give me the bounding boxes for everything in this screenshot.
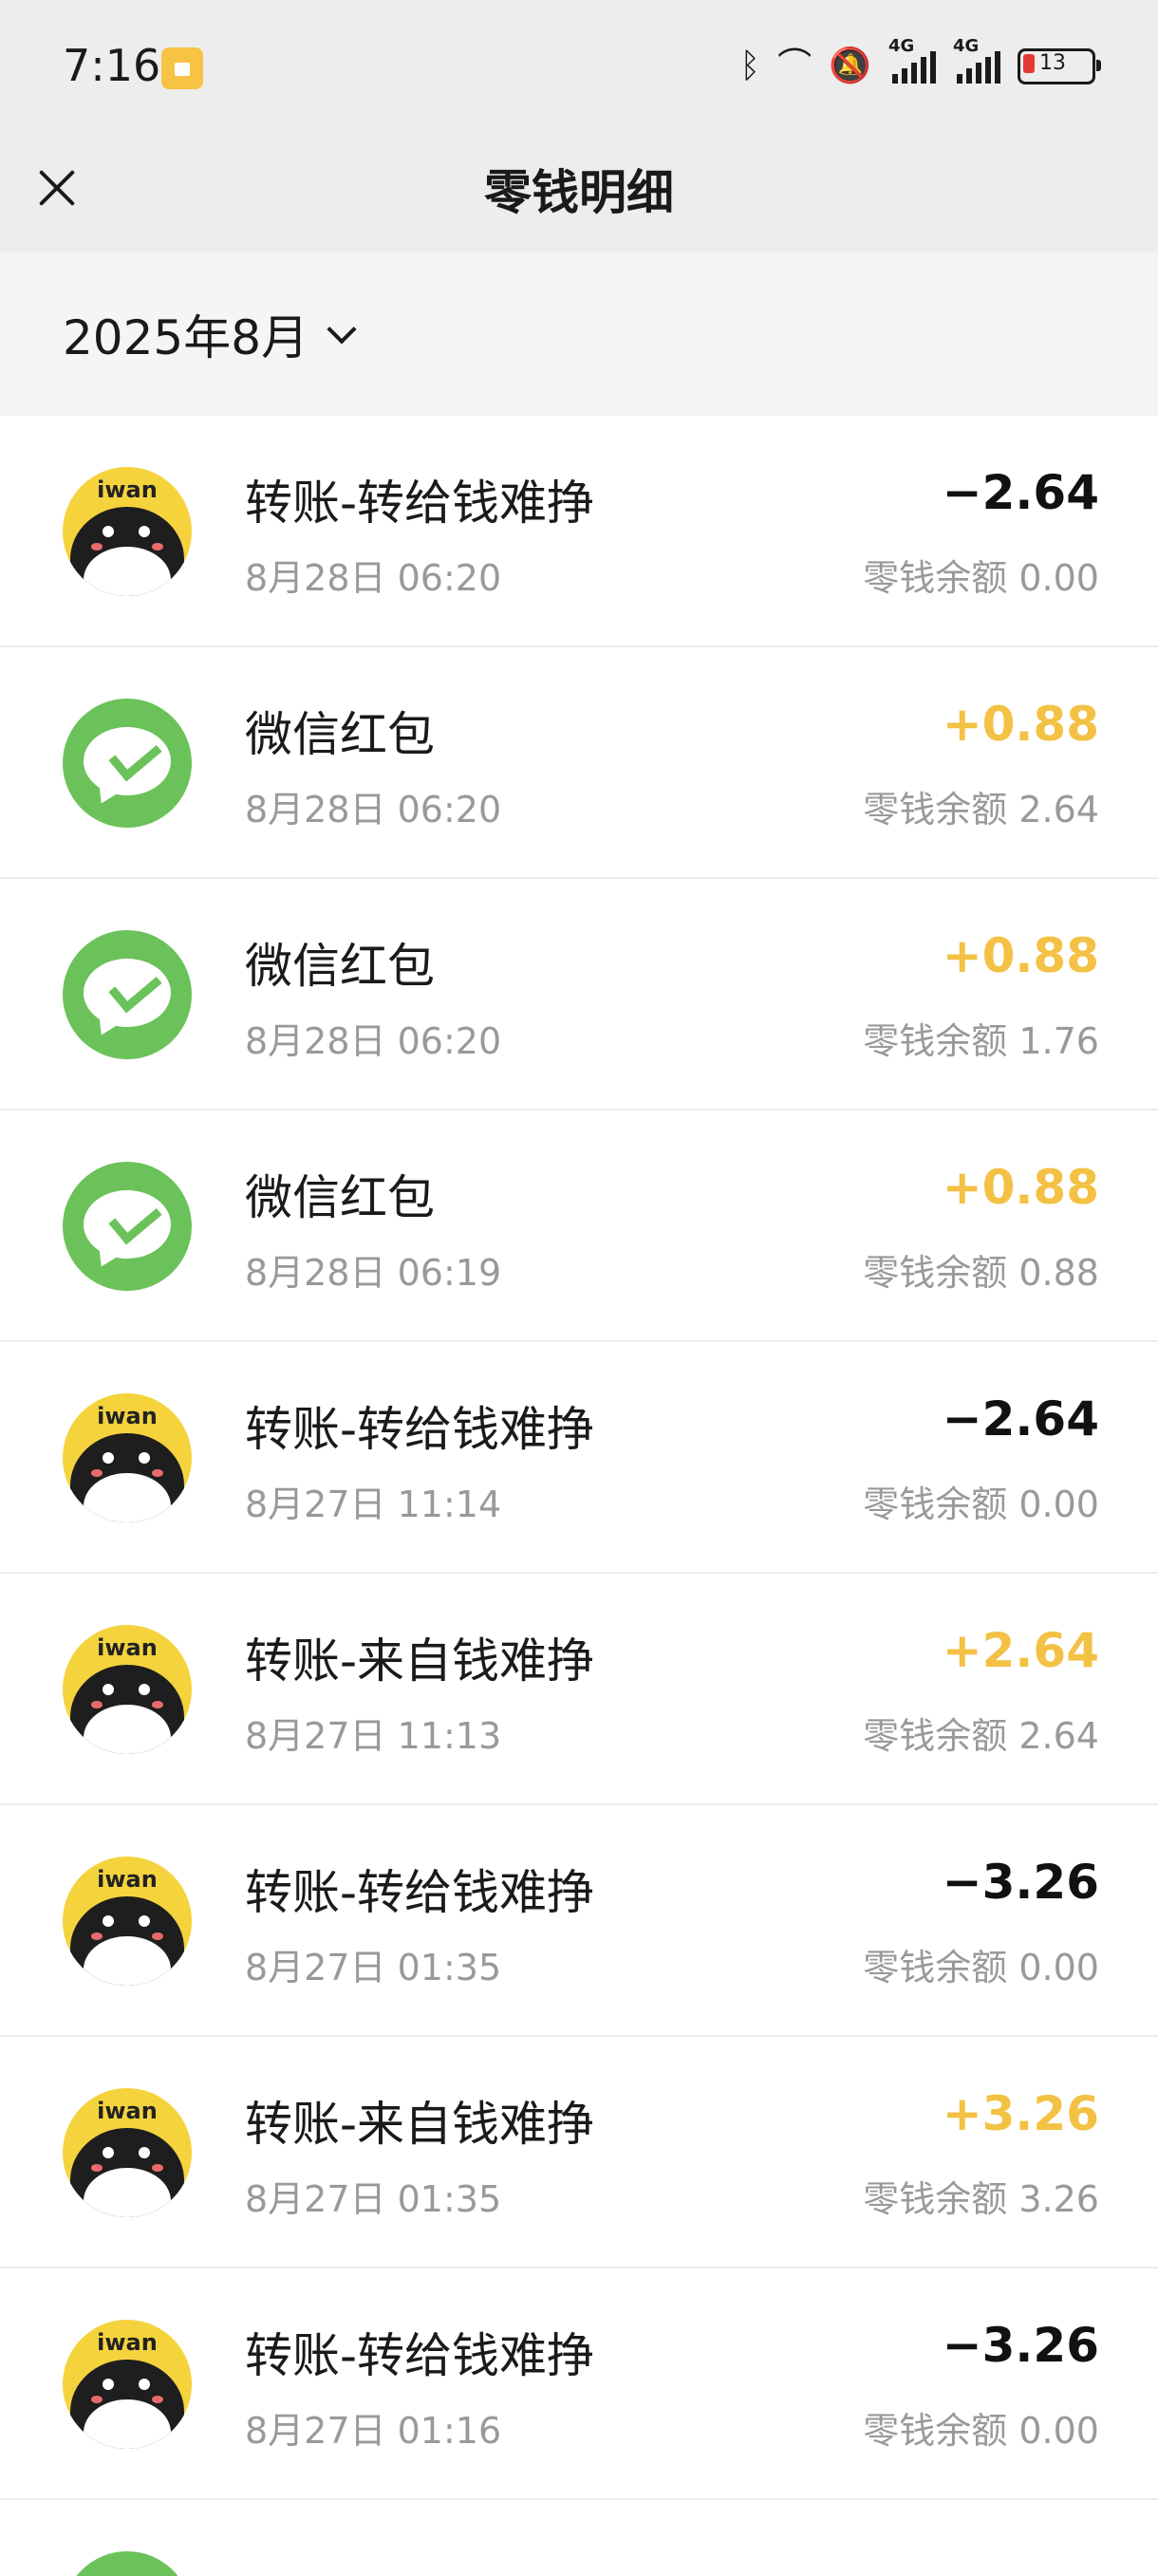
network-type-1: 4G — [888, 36, 915, 56]
transaction-amount: +0.88 — [942, 928, 1099, 983]
transaction-list: iwan 转账-转给钱难挣 8月28日 06:20 −2.64 零钱余额 0.00 微信红… — [0, 416, 1158, 2576]
transaction-row-partial[interactable] — [0, 2500, 1158, 2576]
transaction-row[interactable]: iwan 转账-来自钱难挣 8月27日 11:13 +2.64 零钱余额 2.64 — [0, 1574, 1158, 1805]
transaction-time: 8月27日 01:35 — [245, 2178, 502, 2220]
transaction-time: 8月27日 11:13 — [245, 1715, 502, 1757]
bluetooth-icon: ᛒ — [739, 47, 761, 85]
balance-after: 零钱余额 0.88 — [863, 1252, 1099, 1294]
balance-after: 零钱余额 2.64 — [863, 1715, 1099, 1757]
month-picker[interactable]: 2025年8月 — [63, 306, 357, 365]
balance-after: 零钱余额 2.64 — [863, 789, 1099, 831]
filter-bar: 2025年8月 — [0, 252, 1158, 416]
transaction-time: 8月27日 11:14 — [245, 1484, 502, 1525]
transaction-title: 转账-转给钱难挣 — [245, 2328, 595, 2383]
balance-after: 零钱余额 1.76 — [863, 1020, 1099, 1062]
transaction-amount: −3.26 — [942, 1855, 1099, 1910]
transaction-row[interactable]: iwan 转账-来自钱难挣 8月27日 01:35 +3.26 零钱余额 3.26 — [0, 2037, 1158, 2268]
transaction-time: 8月27日 01:35 — [245, 1947, 502, 1988]
transaction-title: 微信红包 — [245, 707, 435, 762]
transaction-time: 8月28日 06:20 — [245, 789, 502, 831]
balance-after: 零钱余额 0.00 — [863, 1947, 1099, 1988]
transaction-title: 转账-来自钱难挣 — [245, 1633, 595, 1689]
transaction-row[interactable]: iwan 转账-转给钱难挣 8月27日 01:35 −3.26 零钱余额 0.00 — [0, 1805, 1158, 2037]
transaction-amount: +0.88 — [942, 1160, 1099, 1215]
transaction-amount: +3.26 — [942, 2086, 1099, 2141]
transaction-amount: +0.88 — [942, 697, 1099, 752]
iwan-avatar: iwan — [63, 467, 192, 596]
chevron-down-icon — [327, 314, 357, 345]
wechat-icon — [63, 1162, 192, 1291]
wechat-icon — [63, 699, 192, 828]
transaction-title: 转账-转给钱难挣 — [245, 1865, 595, 1920]
page-title: 零钱明细 — [484, 165, 674, 220]
signal-icon-2: 4G — [953, 36, 1000, 84]
balance-after: 零钱余额 3.26 — [863, 2178, 1099, 2220]
transaction-amount: −2.64 — [942, 465, 1099, 520]
iwan-avatar: iwan — [63, 1393, 192, 1522]
transaction-time: 8月28日 06:20 — [245, 1020, 502, 1062]
battery-icon: 13 — [1018, 48, 1101, 84]
transaction-row[interactable]: 微信红包 8月28日 06:20 +0.88 零钱余额 1.76 — [0, 879, 1158, 1111]
transaction-title: 转账-来自钱难挣 — [245, 2097, 595, 2152]
month-label: 2025年8月 — [63, 310, 309, 365]
transaction-title: 微信红包 — [245, 939, 435, 994]
iwan-avatar: iwan — [63, 1625, 192, 1754]
close-button[interactable] — [28, 159, 85, 216]
wechat-icon — [63, 930, 192, 1059]
transaction-amount: +2.64 — [942, 1623, 1099, 1678]
battery-level: 13 — [1039, 51, 1066, 75]
transaction-amount: −2.64 — [942, 1391, 1099, 1447]
bell-muted-icon: 🔕 — [829, 47, 871, 85]
status-time: 7:16 — [63, 40, 161, 91]
signal-icon-1: 4G — [888, 36, 936, 84]
transaction-row[interactable]: 微信红包 8月28日 06:20 +0.88 零钱余额 2.64 — [0, 647, 1158, 879]
transaction-title: 转账-转给钱难挣 — [245, 1402, 595, 1457]
iwan-avatar: iwan — [63, 2088, 192, 2217]
transaction-time: 8月28日 06:19 — [245, 1252, 502, 1294]
transaction-time: 8月28日 06:20 — [245, 557, 502, 599]
iwan-avatar: iwan — [63, 1857, 192, 1986]
balance-after: 零钱余额 0.00 — [863, 1484, 1099, 1525]
iwan-avatar: iwan — [63, 2320, 192, 2449]
status-bar: 7:16 ᛒ ⌒ 🔕 4G 4G 13 — [0, 0, 1158, 133]
transaction-row[interactable]: iwan 转账-转给钱难挣 8月27日 11:14 −2.64 零钱余额 0.00 — [0, 1342, 1158, 1574]
status-icons: ᛒ ⌒ 🔕 4G 4G 13 — [739, 36, 1101, 91]
transaction-row[interactable]: 微信红包 8月28日 06:19 +0.88 零钱余额 0.88 — [0, 1111, 1158, 1342]
transaction-title: 微信红包 — [245, 1170, 435, 1225]
transaction-row[interactable]: iwan 转账-转给钱难挣 8月27日 01:16 −3.26 零钱余额 0.00 — [0, 2268, 1158, 2500]
earbuds-icon: ⌒ — [777, 47, 812, 85]
network-type-2: 4G — [953, 36, 980, 56]
balance-after: 零钱余额 0.00 — [863, 557, 1099, 599]
nav-bar: 零钱明细 — [0, 133, 1158, 252]
transaction-row[interactable]: iwan 转账-转给钱难挣 8月28日 06:20 −2.64 零钱余额 0.00 — [0, 416, 1158, 647]
transaction-title: 转账-转给钱难挣 — [245, 476, 595, 531]
transaction-time: 8月27日 01:16 — [245, 2410, 502, 2452]
transaction-amount: −3.26 — [942, 2318, 1099, 2373]
balance-after: 零钱余额 0.00 — [863, 2410, 1099, 2452]
wechat-icon — [63, 2551, 192, 2576]
lock-notification-icon — [161, 47, 203, 89]
